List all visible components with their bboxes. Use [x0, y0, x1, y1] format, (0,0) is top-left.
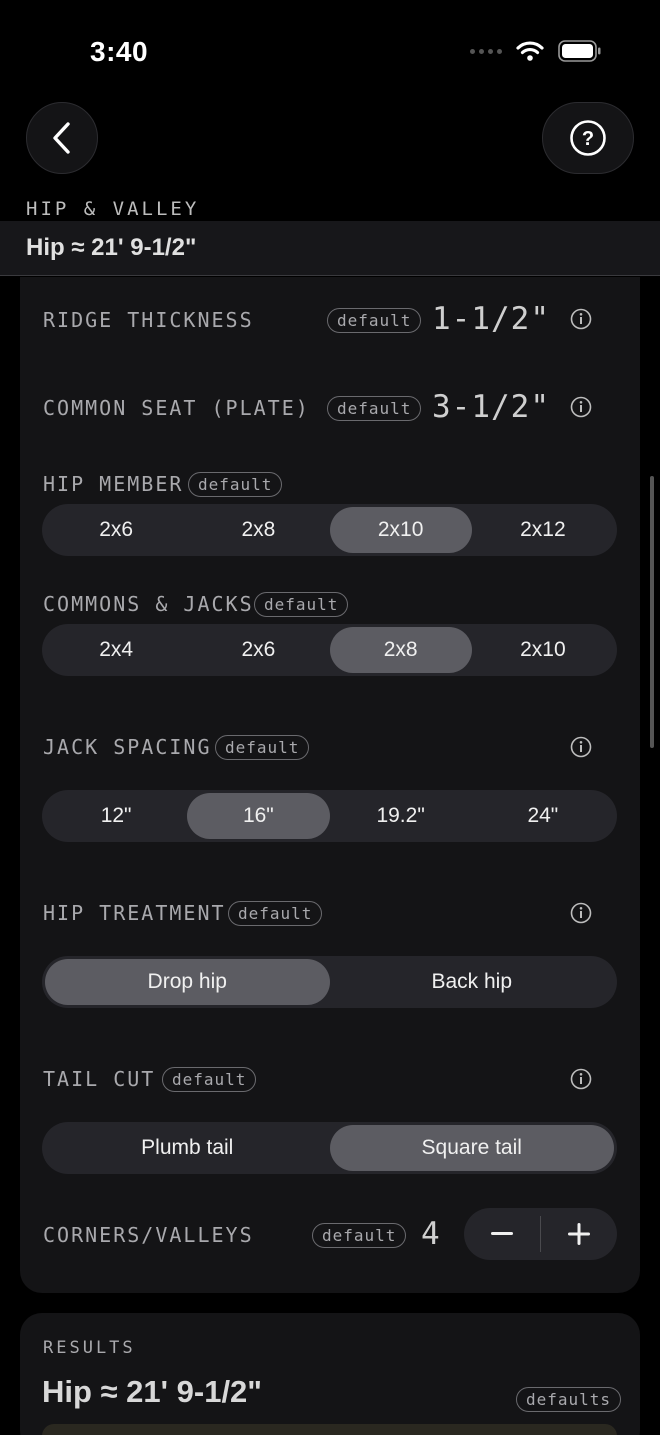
info-icon[interactable] [570, 396, 592, 418]
commons-jacks-label: COMMONS & JACKS [43, 592, 254, 616]
default-tag: default [327, 396, 422, 421]
results-hip-length: Hip ≈ 21' 9-1/2" [42, 1374, 262, 1409]
help-button[interactable]: ? [542, 102, 634, 174]
minus-icon [490, 1232, 513, 1235]
hip-treatment-option-drop-hip[interactable]: Drop hip [45, 959, 330, 1005]
hip-member-option-2x8[interactable]: 2x8 [187, 507, 329, 553]
battery-icon [558, 40, 601, 62]
info-icon[interactable] [570, 1068, 592, 1090]
default-tag: default [312, 1223, 407, 1248]
help-icon: ? [570, 120, 606, 156]
default-tag: default [215, 735, 310, 760]
hip-member-option-2x12[interactable]: 2x12 [472, 507, 614, 553]
svg-text:?: ? [582, 128, 594, 150]
commons-jacks-option-2x8[interactable]: 2x8 [329, 627, 472, 673]
cellular-signal-icon [470, 48, 502, 54]
status-time: 3:40 [90, 36, 149, 67]
jack-spacing-label: JACK SPACING [43, 735, 212, 759]
hip-member-option-2x10[interactable]: 2x10 [329, 507, 472, 553]
common-seat-label: COMMON SEAT (PLATE) [43, 396, 310, 420]
commons-jacks-option-2x10[interactable]: 2x10 [472, 627, 614, 673]
decrement-button[interactable] [464, 1208, 540, 1260]
commons-jacks-option-2x4[interactable]: 2x4 [45, 627, 187, 673]
wifi-icon [516, 41, 544, 61]
jack-spacing-option-24[interactable]: 24" [472, 793, 614, 839]
scrollbar[interactable] [650, 476, 654, 748]
default-tag: default [228, 901, 323, 926]
tail-cut-segmented-control: Plumb tail Square tail [42, 1122, 617, 1174]
defaults-tag: defaults [516, 1387, 622, 1412]
tail-cut-option-square-tail[interactable]: Square tail [329, 1125, 614, 1171]
results-detail-panel [42, 1424, 617, 1435]
status-icons [470, 40, 602, 62]
info-icon[interactable] [570, 736, 592, 758]
tail-cut-label: TAIL CUT [43, 1067, 156, 1091]
summary-hip-length: Hip ≈ 21' 9-1/2" [26, 234, 197, 261]
hip-member-label: HIP MEMBER [43, 472, 184, 496]
increment-button[interactable] [541, 1208, 617, 1260]
jack-spacing-option-12[interactable]: 12" [45, 793, 187, 839]
commons-jacks-option-2x6[interactable]: 2x6 [187, 627, 329, 673]
hip-treatment-option-back-hip[interactable]: Back hip [330, 959, 615, 1005]
corners-valleys-stepper [464, 1208, 617, 1260]
info-icon[interactable] [570, 902, 592, 924]
tail-cut-option-plumb-tail[interactable]: Plumb tail [45, 1125, 330, 1171]
jack-spacing-option-19-2[interactable]: 19.2" [330, 793, 472, 839]
corners-valleys-label: CORNERS/VALLEYS [43, 1223, 254, 1247]
default-tag: default [327, 308, 422, 333]
results-label: RESULTS [43, 1338, 136, 1358]
commons-jacks-segmented-control: 2x4 2x6 2x8 2x10 [42, 624, 617, 676]
summary-bar: Hip ≈ 21' 9-1/2" [0, 221, 660, 276]
common-seat-value[interactable]: 3-1/2" [432, 389, 550, 425]
ridge-thickness-label: RIDGE THICKNESS [43, 308, 254, 332]
default-tag: default [188, 472, 283, 497]
jack-spacing-segmented-control: 12" 16" 19.2" 24" [42, 790, 617, 842]
hip-treatment-segmented-control: Drop hip Back hip [42, 956, 617, 1008]
back-button[interactable] [26, 102, 98, 174]
corners-valleys-value: 4 [421, 1216, 441, 1252]
info-icon[interactable] [570, 308, 592, 330]
hip-treatment-label: HIP TREATMENT [43, 901, 226, 925]
section-title: HIP & VALLEY [26, 198, 200, 220]
hip-member-option-2x6[interactable]: 2x6 [45, 507, 187, 553]
default-tag: default [162, 1067, 257, 1092]
default-tag: default [254, 592, 349, 617]
hip-member-segmented-control: 2x6 2x8 2x10 2x12 [42, 504, 617, 556]
chevron-left-icon [53, 122, 70, 154]
plus-icon [568, 1223, 591, 1245]
ridge-thickness-value[interactable]: 1-1/2" [432, 301, 550, 337]
jack-spacing-option-16[interactable]: 16" [187, 793, 330, 839]
